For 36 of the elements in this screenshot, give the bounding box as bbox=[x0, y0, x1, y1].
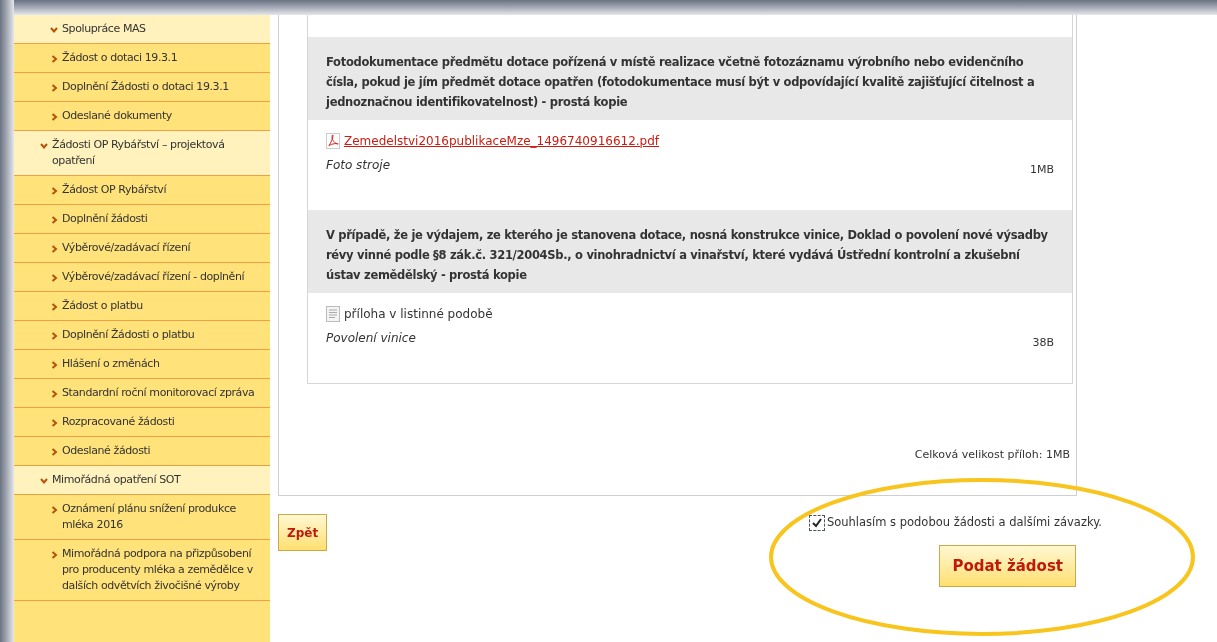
chevron-right-icon bbox=[50, 84, 58, 92]
attachment-heading: V případě, že je výdajem, ze kterého je stanovena dotace, nosná konstrukce vinice, Doklad o povolení nové výsadby révy vinné podle §8 zák.č. 321/2004Sb., o vinohradnictví a vinařství, které vydává Ústřední kontrolní a zkušební ústav zemědělský - prostá kopie bbox=[308, 210, 1072, 293]
chevron-right-icon bbox=[50, 303, 58, 311]
chevron-right-icon bbox=[50, 448, 58, 456]
back-button[interactable]: Zpět bbox=[278, 514, 328, 551]
chevron-down-icon bbox=[40, 142, 48, 150]
sidebar-item[interactable]: Mimořádná opatření SOT bbox=[14, 466, 270, 495]
chevron-right-icon bbox=[50, 113, 58, 121]
chevron-right-icon bbox=[50, 390, 58, 398]
chevron-down-icon bbox=[50, 26, 58, 34]
agree-checkbox[interactable] bbox=[808, 514, 825, 531]
sidebar-item[interactable]: Žádosti OP Rybářství – projektová opatření bbox=[14, 131, 270, 176]
file-link[interactable]: Zemedelstvi2016publikaceMze_1496740916612.pdf bbox=[344, 132, 660, 150]
chevron-right-icon bbox=[50, 187, 58, 195]
file-description: Povolení vinice bbox=[326, 330, 417, 347]
chevron-right-icon bbox=[50, 332, 58, 340]
agree-label: Souhlasím s podobou žádosti a dalšími závazky. bbox=[826, 514, 1102, 531]
chevron-right-icon bbox=[50, 245, 58, 253]
file-name: příloha v listinné podobě bbox=[344, 306, 493, 323]
chevron-right-icon bbox=[50, 55, 58, 63]
file-size: 38B bbox=[1032, 335, 1054, 351]
chevron-right-icon bbox=[50, 551, 58, 559]
chevron-right-icon bbox=[50, 361, 58, 369]
attachment-heading: Fotodokumentace předmětu dotace pořízená v místě realizace včetně fotozáznamu výrobního nebo evidenčního čísla, pokud je jím předmět dotace opatřen (fotodokumentace musí být v odpovídající kvalitě zajišťující čitelnost a jednoznačnou identifikovatelnost) - prostá kopie bbox=[308, 37, 1072, 120]
file-description: Foto stroje bbox=[326, 157, 392, 174]
chevron-right-icon bbox=[50, 216, 58, 224]
chevron-right-icon bbox=[50, 419, 58, 427]
total-size: Celková velikost příloh: 1MB bbox=[914, 448, 1070, 461]
submit-button[interactable]: Podat žádost bbox=[939, 545, 1076, 588]
file-size: 1MB bbox=[1029, 162, 1054, 178]
pdf-icon bbox=[326, 133, 340, 149]
chevron-right-icon bbox=[50, 274, 58, 282]
sidebar-item[interactable]: Spolupráce MAS bbox=[14, 15, 270, 44]
chevron-down-icon bbox=[40, 477, 48, 485]
document-icon bbox=[326, 306, 340, 322]
chevron-right-icon bbox=[50, 506, 58, 514]
